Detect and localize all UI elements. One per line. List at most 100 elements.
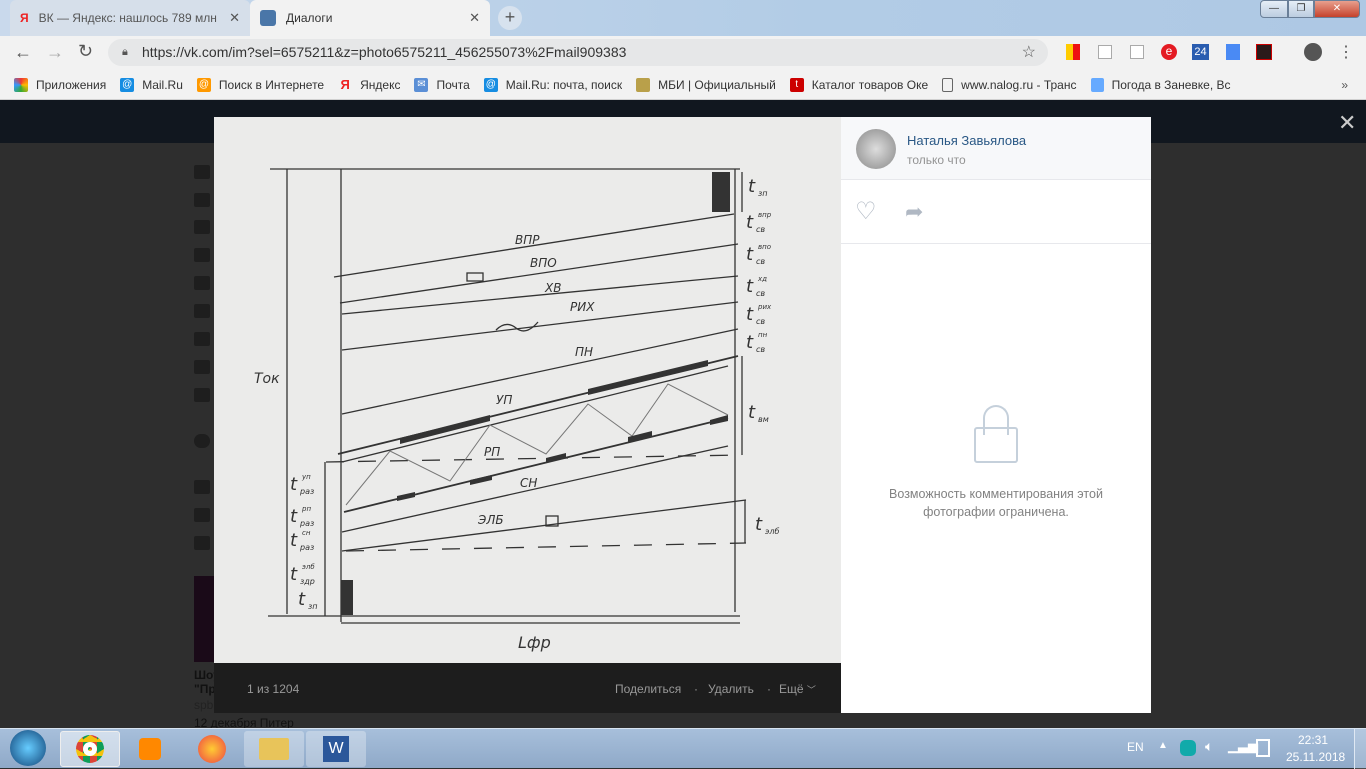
extension-home-icon[interactable] <box>1130 45 1144 59</box>
power-icon[interactable] <box>1256 739 1270 757</box>
reload-icon[interactable]: ↻ <box>78 41 93 62</box>
bookmark-weather[interactable]: Погода в Заневке, Вс <box>1090 77 1231 92</box>
vk-dialogs-icon <box>260 10 276 26</box>
chevron-down-icon: ﹀ <box>806 685 816 695</box>
close-tab-icon[interactable]: ✕ <box>469 10 480 26</box>
clock-time[interactable]: 22:31 <box>1298 733 1328 747</box>
bookmarks-icon[interactable] <box>194 508 210 522</box>
right-dimension-1-sub: св <box>756 225 765 234</box>
close-window-button[interactable]: ✕ <box>1314 0 1360 18</box>
extension-search-icon[interactable] <box>1098 45 1112 59</box>
extension-24-icon[interactable]: 24 <box>1192 44 1209 60</box>
right-dimension-0: t <box>748 176 756 197</box>
right-dimension-1-sup: впр <box>758 211 772 219</box>
minimize-button[interactable]: — <box>1260 0 1288 18</box>
left-dimension-4-sub: зп <box>308 602 317 611</box>
eset-icon[interactable] <box>1180 740 1196 756</box>
more-menu[interactable]: Ещё ﹀ <box>779 682 816 696</box>
close-viewer-icon[interactable]: ✕ <box>1338 110 1356 136</box>
tab-dialogs[interactable]: Диалоги ✕ <box>250 0 490 36</box>
left-dimension-2-sub: раз <box>299 543 314 552</box>
taskbar-media-player[interactable] <box>120 731 180 767</box>
money-icon[interactable] <box>194 434 210 448</box>
network-icon[interactable]: ▁▃▅ <box>1228 738 1258 754</box>
right-dimension-2: t <box>746 244 754 265</box>
back-icon[interactable]: ← <box>14 42 32 63</box>
layer-label-5: УП <box>496 393 512 407</box>
taskbar-firefox[interactable] <box>182 731 242 767</box>
right-dimension-5-sup: пн <box>758 331 768 339</box>
menu-icon[interactable]: ⋮ <box>1338 42 1354 62</box>
extension-yandex-icon[interactable] <box>1066 44 1080 60</box>
right-dimension-2-sup: впо <box>758 243 771 251</box>
mailru-icon: @ <box>483 77 498 92</box>
bookmark-mbi[interactable]: МБИ | Официальный <box>636 77 776 92</box>
clock-date[interactable]: 25.11.2018 <box>1286 750 1345 764</box>
bookmark-yandex[interactable]: Я Яндекс <box>338 78 400 92</box>
mbi-icon <box>636 77 651 92</box>
show-hidden-icons[interactable]: ▲ <box>1158 740 1168 751</box>
extension-translate-icon[interactable] <box>1226 44 1240 60</box>
games-icon[interactable] <box>194 388 210 402</box>
firefox-icon <box>198 735 226 763</box>
address-bar[interactable]: 🔒︎ https://vk.com/im?sel=6575211&z=photo… <box>108 39 1048 66</box>
post-time[interactable]: только что <box>907 153 966 167</box>
start-button[interactable] <box>10 730 46 766</box>
photos-icon[interactable] <box>194 304 210 318</box>
groups-icon[interactable] <box>194 276 210 290</box>
photo-info-panel: Наталья Завьялова только что ♡ ➦ Возможн… <box>841 117 1151 713</box>
folder-icon <box>259 738 289 760</box>
home-icon[interactable] <box>194 165 210 179</box>
left-dimension-1-sub: раз <box>299 519 314 528</box>
lock-icon <box>974 405 1018 463</box>
bookmark-search[interactable]: @ Поиск в Интернете <box>196 77 324 92</box>
like-heart-icon[interactable]: ♡ <box>855 197 877 226</box>
profile-icon[interactable] <box>1304 43 1322 61</box>
taskbar-word[interactable]: W <box>306 731 366 767</box>
author-link[interactable]: Наталья Завьялова <box>907 133 1026 148</box>
bookmark-star-icon[interactable]: ☆ <box>1022 39 1036 66</box>
show-desktop-button[interactable] <box>1354 729 1366 769</box>
left-dimension-2-sup: сн <box>302 529 311 537</box>
extension-pdf-icon[interactable] <box>1256 44 1272 60</box>
extension-e-icon[interactable]: e <box>1161 44 1177 60</box>
video-icon[interactable] <box>194 360 210 374</box>
delete-link[interactable]: Удалить <box>708 682 754 696</box>
messages-icon[interactable] <box>194 220 210 234</box>
left-dimension-0-sub: раз <box>299 487 314 496</box>
tab-yandex[interactable]: Я ВК — Яндекс: нашлось 789 млн ✕ <box>10 0 250 36</box>
close-tab-icon[interactable]: ✕ <box>229 10 240 26</box>
share-link[interactable]: Поделиться <box>615 682 681 696</box>
layer-label-7: СН <box>520 476 537 490</box>
documents-icon[interactable] <box>194 536 210 550</box>
taskbar-explorer[interactable] <box>244 731 304 767</box>
share-arrow-icon[interactable]: ➦ <box>905 199 923 225</box>
bookmark-mailru[interactable]: @ Mail.Ru <box>120 77 183 92</box>
news-icon[interactable] <box>194 193 210 207</box>
taskbar-chrome[interactable] <box>60 731 120 767</box>
ad-image[interactable] <box>194 576 214 662</box>
sketch-drawing: ВПРВПОХВРИХПНУПРПСНЭЛБ t зпt сввпрt сввпоt с… <box>254 168 780 652</box>
friends-icon[interactable] <box>194 248 210 262</box>
bookmark-nalog[interactable]: www.nalog.ru - Транс <box>942 77 1077 92</box>
more-bookmarks[interactable]: » <box>1341 78 1348 92</box>
forward-icon[interactable]: → <box>46 42 64 63</box>
restore-button[interactable]: ❐ <box>1288 0 1314 18</box>
avatar[interactable] <box>856 129 896 169</box>
new-tab-button[interactable]: + <box>498 6 522 30</box>
bookmark-apps[interactable]: Приложения <box>14 77 106 92</box>
market-icon[interactable] <box>194 480 210 494</box>
bookmark-mailru-mail[interactable]: @ Mail.Ru: почта, поиск <box>483 77 622 92</box>
volume-icon[interactable]: 🔈︎ <box>1205 738 1213 755</box>
music-icon[interactable] <box>194 332 210 346</box>
yandex-icon: Я <box>20 11 29 25</box>
bookmark-catalog[interactable]: t Каталог товаров Оке <box>789 77 928 92</box>
photo[interactable]: ВПР ВПО ХВ РИХ ПН УП РП СН ЭЛБ t зп t св впр t св впо t с… <box>214 117 841 663</box>
word-icon: W <box>323 736 349 762</box>
left-dimension-0: t <box>290 474 298 495</box>
search-icon: @ <box>196 77 211 92</box>
language-indicator[interactable]: EN <box>1127 740 1144 754</box>
left-dimension-1: t <box>290 506 298 527</box>
bookmark-mail[interactable]: ✉ Почта <box>414 77 470 92</box>
lfr-label: Lфр <box>518 633 551 652</box>
